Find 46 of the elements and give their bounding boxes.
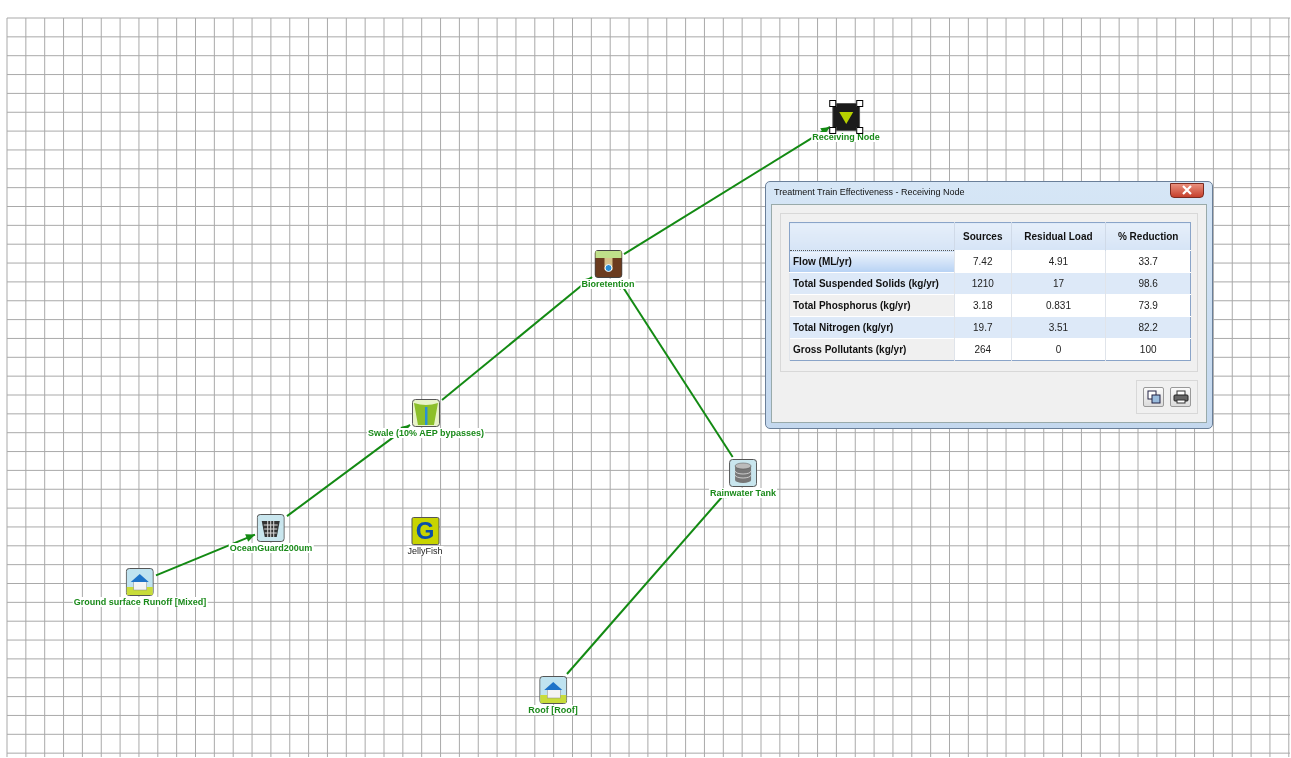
resize-handle[interactable]: [856, 100, 863, 107]
resize-handle[interactable]: [829, 100, 836, 107]
copy-button[interactable]: [1143, 387, 1164, 407]
node-label: OceanGuard200um: [228, 543, 314, 553]
table-cell: 3.51: [1011, 316, 1106, 339]
node-label: Receiving Node: [811, 132, 881, 142]
jellyfish-icon[interactable]: G: [411, 517, 439, 545]
table-cell: 0: [1011, 338, 1106, 361]
table-cell: 98.6: [1105, 272, 1191, 295]
print-button[interactable]: [1170, 387, 1191, 407]
table-cell: 1210: [954, 272, 1011, 295]
house-icon[interactable]: [126, 568, 154, 596]
node-label: Rainwater Tank: [709, 488, 777, 498]
node-label: Ground surface Runoff [Mixed]: [72, 597, 208, 607]
column-header: Residual Load: [1011, 222, 1106, 251]
table-cell: 7.42: [954, 250, 1011, 273]
swale-icon[interactable]: [412, 399, 440, 427]
table-cell: 0.831: [1011, 294, 1106, 317]
node-label: Roof [Roof]: [527, 705, 579, 715]
close-button[interactable]: [1170, 182, 1204, 198]
table-cell: 4.91: [1011, 250, 1106, 273]
table-cell: 264: [954, 338, 1011, 361]
table-cell: 73.9: [1105, 294, 1191, 317]
node-label: JellyFish: [406, 546, 444, 556]
basket-icon[interactable]: [257, 514, 285, 542]
table-cell: 82.2: [1105, 316, 1191, 339]
row-header[interactable]: Total Nitrogen (kg/yr): [789, 316, 955, 339]
column-header: % Reduction: [1105, 222, 1191, 251]
printer-icon: [1172, 390, 1189, 404]
node-label: Swale (10% AEP bypasses): [366, 428, 486, 438]
copy-icon: [1146, 390, 1161, 404]
bioretention-icon[interactable]: [594, 250, 622, 278]
column-header: Sources: [954, 222, 1011, 251]
table-cell: 100: [1105, 338, 1191, 361]
table-cell: 17: [1011, 272, 1106, 295]
tank-icon[interactable]: [729, 459, 757, 487]
dialog-title: Treatment Train Effectiveness - Receiving Node: [774, 187, 965, 197]
row-header[interactable]: Flow (ML/yr): [789, 250, 955, 273]
receiving-node-icon[interactable]: [832, 103, 860, 131]
close-icon: [1182, 185, 1192, 195]
table-cell: 3.18: [954, 294, 1011, 317]
table-cell: 33.7: [1105, 250, 1191, 273]
table-cell: 19.7: [954, 316, 1011, 339]
row-header[interactable]: Total Suspended Solids (kg/yr): [789, 272, 955, 295]
house-icon[interactable]: [539, 676, 567, 704]
node-label: Bioretention: [580, 279, 636, 289]
